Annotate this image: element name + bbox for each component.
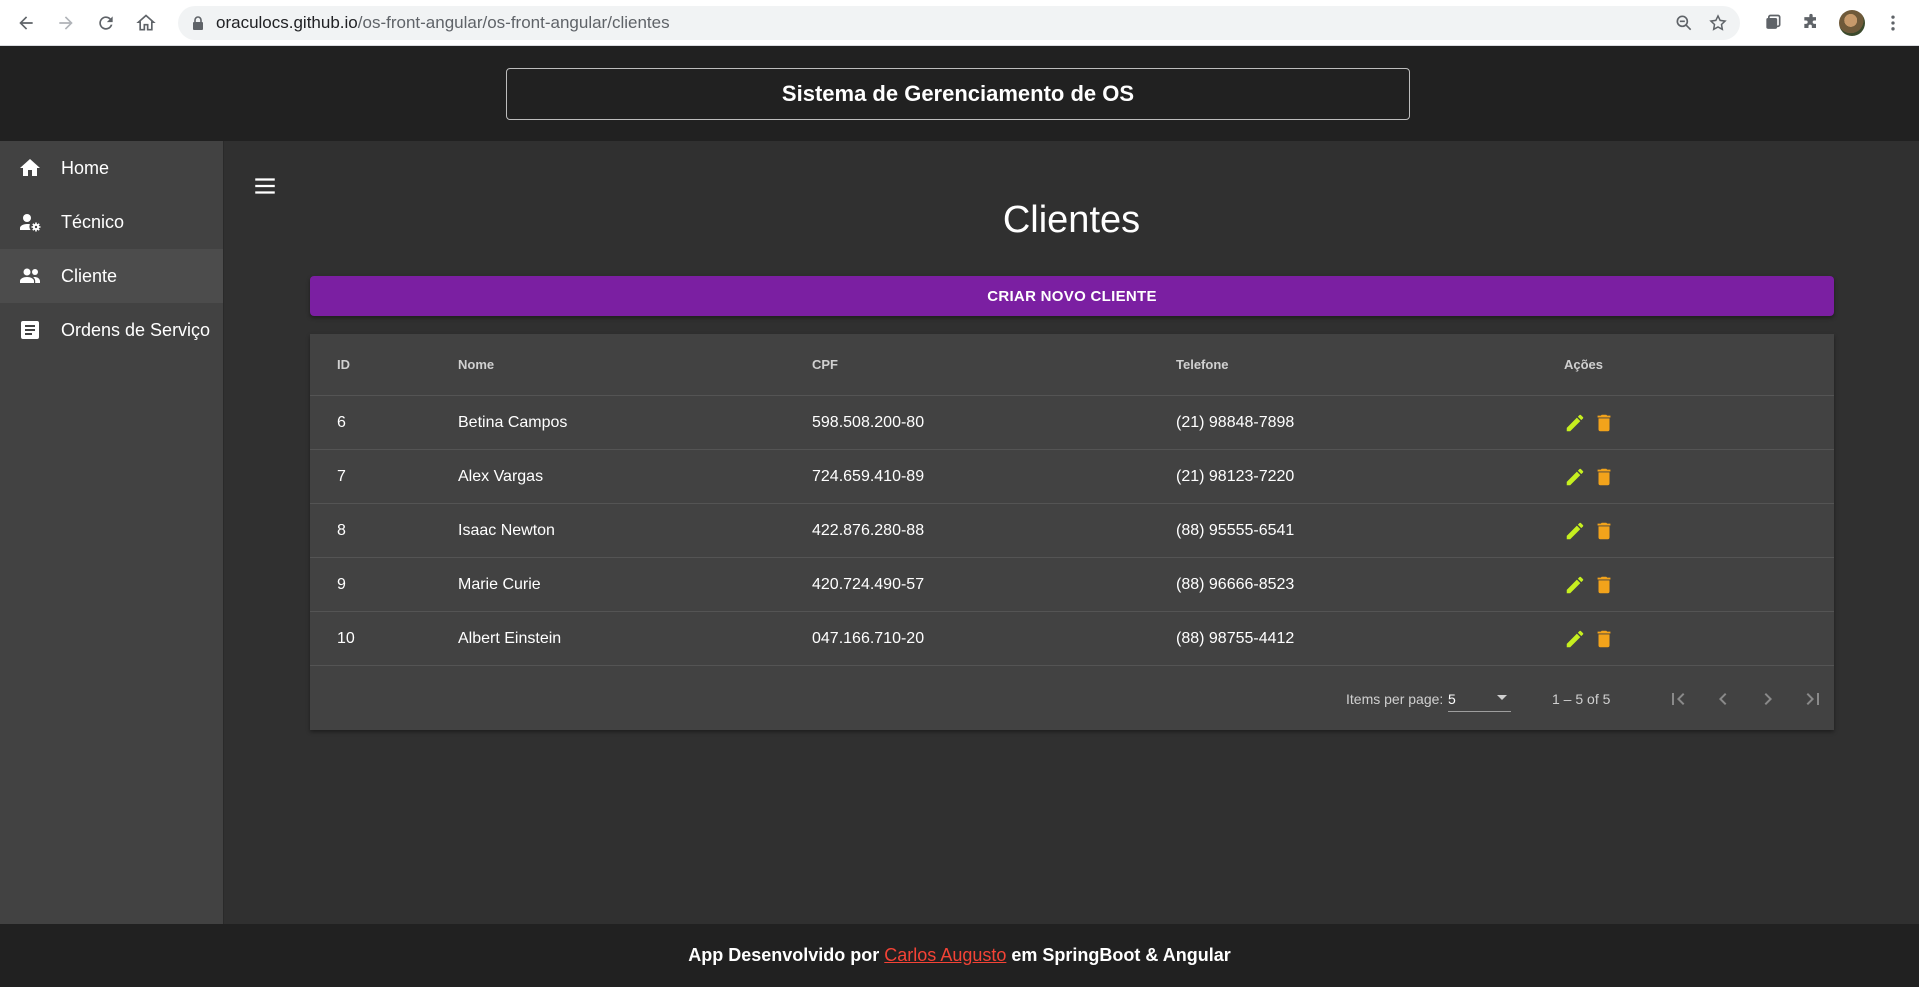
footer-suffix: em SpringBoot & Angular: [1011, 945, 1231, 965]
row-actions: [1564, 558, 1615, 611]
cell-cpf: 420.724.490-57: [812, 575, 925, 593]
browser-extensions: [1763, 6, 1903, 40]
sidebar-item-label: Técnico: [61, 211, 125, 232]
zoom-icon[interactable]: [1674, 13, 1694, 33]
table-row: 8 Isaac Newton 422.876.280-88 (88) 95555…: [310, 504, 1834, 558]
sidebar: Home Técnico Cliente Ordens de Serviço: [0, 141, 224, 924]
table-row: 9 Marie Curie 420.724.490-57 (88) 96666-…: [310, 558, 1834, 612]
cell-id: 10: [337, 629, 355, 647]
home-browser-icon[interactable]: [126, 3, 166, 43]
row-actions: [1564, 504, 1615, 557]
main-content: Clientes CRIAR NOVO CLIENTE ID Nome CPF …: [224, 141, 1919, 924]
previous-page-icon[interactable]: [1708, 684, 1738, 714]
row-actions: [1564, 612, 1615, 665]
edit-pencil-icon[interactable]: [1564, 466, 1586, 488]
sidebar-item-label: Cliente: [61, 265, 118, 286]
footer-prefix: App Desenvolvido por: [688, 945, 880, 965]
app-title: Sistema de Gerenciamento de OS: [506, 68, 1410, 120]
cell-cpf: 724.659.410-89: [812, 467, 925, 485]
edit-pencil-icon[interactable]: [1564, 574, 1586, 596]
reload-icon[interactable]: [86, 3, 126, 43]
sidebar-item-cliente[interactable]: Cliente: [0, 249, 223, 303]
cell-id: 8: [337, 521, 346, 539]
address-bar[interactable]: oraculocs.github.io/os-front-angular/os-…: [178, 6, 1740, 40]
cell-cpf: 422.876.280-88: [812, 521, 925, 539]
first-page-icon[interactable]: [1663, 684, 1693, 714]
cell-id: 7: [337, 467, 346, 485]
next-page-icon[interactable]: [1753, 684, 1783, 714]
document-icon: [21, 321, 39, 339]
tab-search-icon[interactable]: [1763, 13, 1783, 33]
cell-telefone: (88) 96666-8523: [1176, 575, 1295, 593]
column-header-acoes: Ações: [1564, 357, 1604, 372]
url-path: /os-front-angular/os-front-angular/clien…: [357, 13, 670, 32]
column-header-id[interactable]: ID: [337, 334, 350, 395]
cell-id: 9: [337, 575, 346, 593]
row-actions: [1564, 450, 1615, 503]
delete-trash-icon[interactable]: [1593, 628, 1615, 650]
footer: App Desenvolvido por Carlos Augusto em S…: [0, 924, 1919, 987]
cell-telefone: (21) 98123-7220: [1176, 467, 1295, 485]
sidebar-item-tecnico[interactable]: Técnico: [0, 195, 223, 249]
cell-nome: Isaac Newton: [458, 521, 555, 539]
bookmark-star-icon[interactable]: [1708, 13, 1728, 33]
items-per-page-label: Items per page:: [1346, 691, 1444, 707]
range-label: 1 – 5 of 5: [1552, 691, 1611, 707]
forward-icon[interactable]: [46, 3, 86, 43]
people-icon: [20, 268, 40, 283]
url-host: oraculocs.github.io: [216, 13, 358, 32]
edit-pencil-icon[interactable]: [1564, 628, 1586, 650]
column-header-telefone[interactable]: Telefone: [1176, 334, 1229, 395]
table-row: 7 Alex Vargas 724.659.410-89 (21) 98123-…: [310, 450, 1834, 504]
delete-trash-icon[interactable]: [1593, 574, 1615, 596]
sidebar-item-label: Ordens de Serviço: [61, 319, 211, 340]
sidebar-item-home[interactable]: Home: [0, 141, 223, 195]
author-link[interactable]: Carlos Augusto: [884, 945, 1006, 966]
avatar[interactable]: [1839, 10, 1865, 36]
edit-pencil-icon[interactable]: [1564, 520, 1586, 542]
cell-telefone: (88) 95555-6541: [1176, 521, 1295, 539]
create-client-button[interactable]: CRIAR NOVO CLIENTE: [310, 276, 1834, 316]
table-header-row: ID Nome CPF Telefone Ações: [310, 334, 1834, 396]
more-vert-icon[interactable]: [1883, 13, 1903, 33]
items-per-page-select[interactable]: 5: [1448, 686, 1511, 712]
delete-trash-icon[interactable]: [1593, 520, 1615, 542]
column-header-nome[interactable]: Nome: [458, 334, 494, 395]
clients-table: ID Nome CPF Telefone Ações 6 Betina Camp…: [310, 334, 1834, 730]
menu-icon[interactable]: [250, 171, 280, 201]
column-header-cpf[interactable]: CPF: [812, 334, 838, 395]
person-gear-icon: [20, 214, 41, 232]
table-row: 10 Albert Einstein 047.166.710-20 (88) 9…: [310, 612, 1834, 666]
items-per-page-value: 5: [1448, 690, 1456, 707]
sidebar-item-ordens[interactable]: Ordens de Serviço: [0, 303, 223, 357]
last-page-icon[interactable]: [1798, 684, 1828, 714]
cell-nome: Alex Vargas: [458, 467, 544, 485]
edit-pencil-icon[interactable]: [1564, 412, 1586, 434]
omnibox-actions: [1674, 6, 1728, 40]
home-icon: [20, 159, 40, 176]
browser-toolbar: oraculocs.github.io/os-front-angular/os-…: [0, 0, 1919, 46]
lock-icon: [192, 16, 204, 30]
cell-telefone: (88) 98755-4412: [1176, 629, 1295, 647]
cell-cpf: 598.508.200-80: [812, 413, 925, 431]
page-title: Clientes: [1002, 199, 1141, 241]
app-header: Sistema de Gerenciamento de OS: [0, 46, 1919, 141]
row-actions: [1564, 396, 1615, 449]
cell-telefone: (21) 98848-7898: [1176, 413, 1295, 431]
cell-nome: Marie Curie: [458, 575, 541, 593]
sidebar-item-label: Home: [61, 157, 110, 178]
paginator: Items per page: 5 1 – 5 of 5: [310, 668, 1834, 730]
extensions-puzzle-icon[interactable]: [1801, 13, 1821, 33]
cell-nome: Betina Campos: [458, 413, 568, 431]
cell-nome: Albert Einstein: [458, 629, 562, 647]
back-icon[interactable]: [6, 3, 46, 43]
delete-trash-icon[interactable]: [1593, 412, 1615, 434]
cell-id: 6: [337, 413, 346, 431]
delete-trash-icon[interactable]: [1593, 466, 1615, 488]
cell-cpf: 047.166.710-20: [812, 629, 925, 647]
table-row: 6 Betina Campos 598.508.200-80 (21) 9884…: [310, 396, 1834, 450]
dropdown-arrow-icon: [1497, 695, 1507, 700]
